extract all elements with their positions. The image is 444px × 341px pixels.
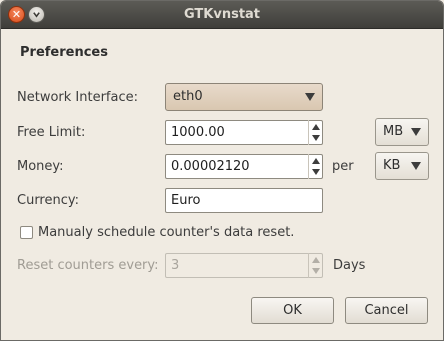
- per-label: per: [332, 159, 354, 174]
- chevron-down-icon: [411, 162, 421, 170]
- reset-days-spinner[interactable]: [308, 253, 322, 278]
- free-limit-unit-combo[interactable]: MB: [375, 118, 429, 146]
- schedule-reset-checkbox[interactable]: [20, 226, 33, 239]
- days-label: Days: [333, 258, 366, 273]
- money-unit-combo[interactable]: KB: [375, 152, 429, 180]
- money-label: Money:: [17, 159, 64, 174]
- free-limit-label: Free Limit:: [17, 125, 86, 140]
- spin-down-icon[interactable]: [312, 268, 320, 274]
- network-interface-value: eth0: [173, 89, 203, 104]
- free-limit-unit-value: MB: [383, 124, 404, 139]
- currency-input[interactable]: [165, 188, 323, 213]
- spin-up-icon[interactable]: [312, 158, 320, 164]
- free-limit-input[interactable]: [165, 120, 323, 145]
- reset-days-input[interactable]: [165, 253, 323, 278]
- title-bar[interactable]: ✕ GTKvnstat: [1, 1, 443, 29]
- currency-label: Currency:: [17, 193, 80, 208]
- spin-up-icon[interactable]: [312, 257, 320, 263]
- schedule-reset-label[interactable]: Manualy schedule counter's data reset.: [38, 225, 294, 240]
- chevron-down-icon: [411, 128, 421, 136]
- network-interface-combo[interactable]: eth0: [165, 83, 323, 111]
- window-title: GTKvnstat: [183, 7, 261, 22]
- free-limit-spinner[interactable]: [308, 120, 322, 145]
- spin-down-icon[interactable]: [312, 135, 320, 141]
- network-interface-label: Network Interface:: [17, 90, 138, 105]
- money-spinner[interactable]: [308, 154, 322, 179]
- cancel-button[interactable]: Cancel: [345, 297, 428, 324]
- chevron-down-icon: [305, 93, 315, 101]
- ok-button[interactable]: OK: [251, 297, 334, 324]
- spin-up-icon[interactable]: [312, 124, 320, 130]
- money-unit-value: KB: [383, 158, 401, 173]
- money-input[interactable]: [165, 154, 323, 179]
- reset-counters-label: Reset counters every:: [17, 258, 159, 273]
- spin-down-icon[interactable]: [312, 169, 320, 175]
- preferences-heading: Preferences: [20, 45, 108, 60]
- preferences-window: ✕ GTKvnstat Preferences Network Interfac…: [0, 0, 444, 341]
